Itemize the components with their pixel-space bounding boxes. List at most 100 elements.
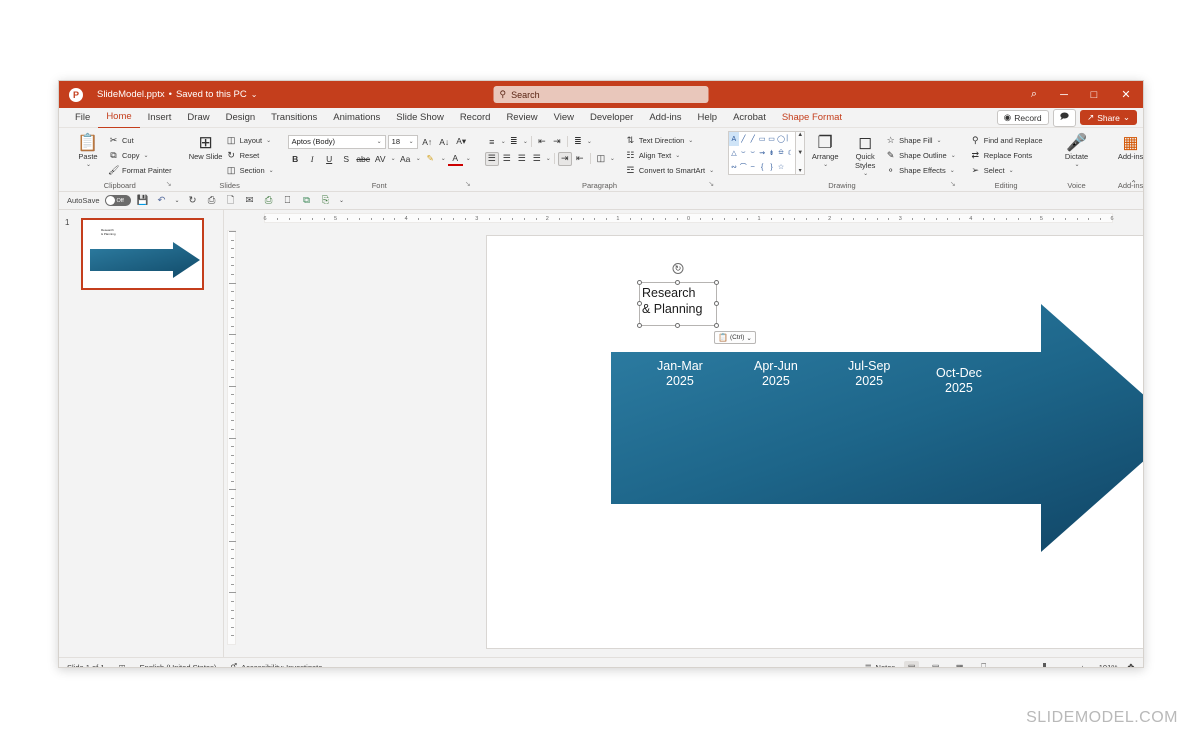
paragraph-dialog-launcher[interactable]: ↘ bbox=[708, 179, 714, 190]
numbering-chevron-down-icon[interactable]: ⌄ bbox=[523, 138, 528, 145]
replace-fonts-button[interactable]: ⇄ Replace Fonts bbox=[970, 148, 1043, 162]
shape-rectangle-icon[interactable]: ▭ bbox=[757, 132, 766, 146]
rotate-handle-icon[interactable]: ↻ bbox=[672, 263, 684, 274]
arrange-button[interactable]: ❐ Arrange ⌄ bbox=[805, 131, 845, 168]
columns-icon[interactable]: ◫ bbox=[594, 152, 608, 166]
language-status[interactable]: English (United States) bbox=[140, 663, 217, 668]
customize-qat-chevron-down-icon[interactable]: ⌄ bbox=[338, 197, 346, 204]
italic-button[interactable]: I bbox=[305, 152, 320, 166]
resize-handle-n[interactable] bbox=[675, 280, 680, 285]
decrease-indent-icon[interactable]: ⇤ bbox=[535, 135, 549, 149]
close-button[interactable]: ✕ bbox=[1109, 81, 1143, 108]
cut-button[interactable]: ✂ Cut bbox=[108, 133, 172, 147]
text-direction-rtl-icon[interactable]: ⇥ bbox=[557, 151, 572, 166]
tips-icon[interactable]: ⌕ bbox=[1019, 81, 1049, 108]
shape-left-brace-icon[interactable]: { bbox=[757, 160, 766, 174]
shapes-gallery-scroll[interactable]: ▲ ▼ ▾ bbox=[796, 131, 806, 175]
shape-curve2-icon[interactable]: ⌢ bbox=[748, 160, 757, 174]
align-right-icon[interactable]: ☰ bbox=[515, 152, 529, 166]
align-text-button[interactable]: ☷ Align Text ⌄ bbox=[625, 148, 714, 162]
normal-view-icon[interactable]: ▤ bbox=[904, 660, 920, 667]
shape-effects-button[interactable]: ⚬ Shape Effects ⌄ bbox=[885, 163, 956, 177]
minimize-button[interactable]: ─ bbox=[1049, 81, 1079, 108]
columns-chevron-down-icon[interactable]: ⌄ bbox=[610, 155, 615, 162]
justify-icon[interactable]: ☰ bbox=[530, 152, 544, 166]
tab-view[interactable]: View bbox=[546, 108, 582, 128]
shape-outline-button[interactable]: ✎ Shape Outline ⌄ bbox=[885, 148, 956, 162]
justify-chevron-down-icon[interactable]: ⌄ bbox=[546, 155, 551, 162]
tab-file[interactable]: File bbox=[67, 108, 98, 128]
comments-button[interactable]: 🗩 bbox=[1052, 108, 1077, 127]
shape-line-icon[interactable]: ╱ bbox=[739, 132, 748, 146]
gallery-up-icon[interactable]: ▲ bbox=[797, 132, 803, 138]
shape-textbox-icon[interactable]: A bbox=[729, 132, 739, 146]
align-center-icon[interactable]: ☰ bbox=[500, 152, 514, 166]
tab-draw[interactable]: Draw bbox=[179, 108, 217, 128]
shape-right-brace-icon[interactable]: } bbox=[767, 160, 776, 174]
paste-button[interactable]: 📋 Paste ⌄ bbox=[68, 131, 108, 168]
increase-indent-icon[interactable]: ⇥ bbox=[550, 135, 564, 149]
reading-view-icon[interactable]: ▦ bbox=[952, 661, 967, 668]
tab-review[interactable]: Review bbox=[498, 108, 545, 128]
fit-to-window-icon[interactable]: ❖ bbox=[1127, 662, 1135, 668]
dictate-button[interactable]: 🎤 Dictate ⌄ bbox=[1057, 131, 1097, 168]
tab-help[interactable]: Help bbox=[690, 108, 726, 128]
decrease-font-size-button[interactable]: A↓ bbox=[437, 135, 452, 149]
underline-button[interactable]: U bbox=[322, 152, 337, 166]
email-icon[interactable]: ✉ bbox=[243, 195, 257, 206]
shape-triangle-icon[interactable]: △ bbox=[729, 146, 738, 160]
layout-button[interactable]: ◫ Layout ⌄ bbox=[226, 133, 274, 147]
convert-to-smartart-button[interactable]: ☲ Convert to SmartArt ⌄ bbox=[625, 163, 714, 177]
shape-fill-button[interactable]: ☆ Shape Fill ⌄ bbox=[885, 133, 956, 147]
shape-arrow-line-icon[interactable]: ╱ bbox=[748, 132, 757, 146]
zoom-in-button[interactable]: + bbox=[1081, 663, 1085, 668]
undo-icon[interactable]: ↶ bbox=[155, 195, 169, 206]
tab-slide-show[interactable]: Slide Show bbox=[388, 108, 452, 128]
collapse-ribbon-button[interactable]: ⌃ bbox=[1130, 179, 1137, 188]
tab-acrobat[interactable]: Acrobat bbox=[725, 108, 774, 128]
strikethrough-button[interactable]: abc bbox=[356, 152, 371, 166]
resize-handle-w[interactable] bbox=[637, 301, 642, 306]
bullets-chevron-down-icon[interactable]: ⌄ bbox=[501, 138, 506, 145]
shapes-gallery[interactable]: A ╱ ╱ ▭ ▭ ◯ ⎸ △ ⌣ ⌣ ⇝ ⇟ ⎒ ☾ ∾ ⌒ ⌢ {} ☆ bbox=[728, 131, 797, 175]
present-icon[interactable]: ⎘ bbox=[319, 195, 333, 206]
slide-sorter-icon[interactable]: ▤ bbox=[928, 661, 943, 668]
slideshow-icon[interactable]: ⎕ bbox=[976, 661, 991, 667]
notes-page-icon[interactable]: ◫ bbox=[119, 663, 126, 668]
section-button[interactable]: ◫ Section ⌄ bbox=[226, 163, 274, 177]
resize-handle-e[interactable] bbox=[714, 301, 719, 306]
shape-elbow2-icon[interactable]: ⌣ bbox=[748, 146, 757, 160]
tab-home[interactable]: Home bbox=[98, 107, 140, 129]
text-direction-button[interactable]: ⇅ Text Direction ⌄ bbox=[625, 133, 714, 147]
duplicate-slide-icon[interactable]: ⧉ bbox=[300, 195, 314, 206]
font-size-combobox[interactable]: 18 ⌄ bbox=[387, 134, 418, 149]
zoom-track[interactable] bbox=[1009, 662, 1076, 667]
new-slide-button[interactable]: ⊞ New Slide bbox=[186, 131, 226, 161]
redo-icon[interactable]: ↻ bbox=[186, 195, 200, 206]
resize-handle-ne[interactable] bbox=[714, 280, 719, 285]
zoom-slider[interactable]: − + bbox=[1000, 662, 1085, 668]
resize-handle-sw[interactable] bbox=[637, 323, 642, 328]
slide-thumbnail-pane[interactable]: 1 Research & Planning bbox=[59, 210, 224, 657]
tab-record[interactable]: Record bbox=[452, 108, 499, 128]
resize-handle-nw[interactable] bbox=[637, 280, 642, 285]
title-chevron-down-icon[interactable]: ⌄ bbox=[251, 90, 258, 99]
undo-dropdown-chevron-down-icon[interactable]: ⌄ bbox=[174, 197, 181, 204]
zoom-out-button[interactable]: − bbox=[1000, 663, 1004, 668]
new-file-icon[interactable]: 🗋 bbox=[224, 193, 238, 209]
autosave-toggle[interactable]: Off bbox=[104, 195, 131, 206]
shape-moon-icon[interactable]: ☾ bbox=[786, 146, 795, 160]
reset-button[interactable]: ↻ Reset bbox=[226, 148, 274, 162]
quick-styles-button[interactable]: ◻ Quick Styles ⌄ bbox=[845, 131, 885, 177]
text-direction-ltr-icon[interactable]: ⇤ bbox=[573, 152, 587, 166]
find-and-replace-button[interactable]: ⚲ Find and Replace bbox=[970, 133, 1043, 147]
align-left-icon[interactable]: ☰ bbox=[484, 151, 499, 166]
shape-pentagon-icon[interactable]: ⎒ bbox=[776, 146, 785, 160]
slide-count-status[interactable]: Slide 1 of 1 bbox=[67, 663, 105, 668]
selected-text-box[interactable]: Research & Planning ↻ 📋 (Ctrl) ⌄ bbox=[637, 263, 756, 344]
start-slideshow-icon[interactable]: ⎕ bbox=[281, 195, 295, 206]
zoom-knob[interactable] bbox=[1042, 662, 1046, 667]
save-icon[interactable]: 💾 bbox=[136, 195, 150, 206]
resize-handle-s[interactable] bbox=[675, 323, 680, 328]
change-case-chevron-down-icon[interactable]: ⌄ bbox=[416, 155, 421, 162]
